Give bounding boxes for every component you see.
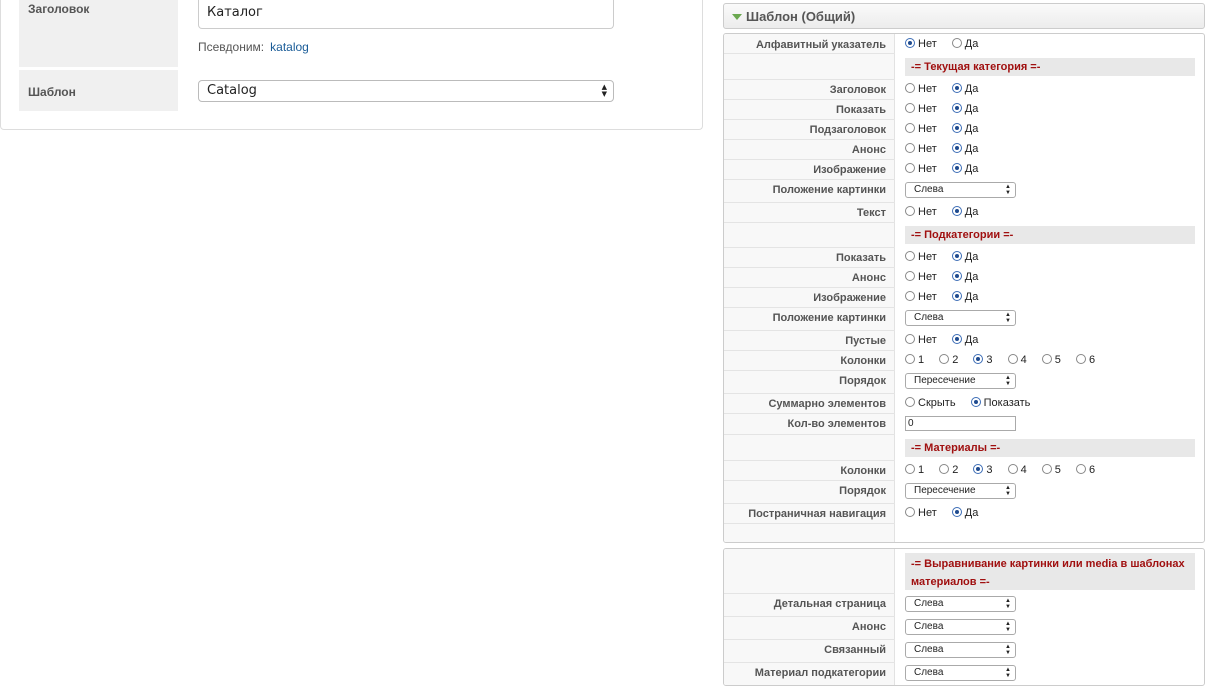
select-arrows-icon: ▲ ▼ xyxy=(1005,375,1011,387)
section-subcategories: -= Подкатегории =- xyxy=(905,226,1195,244)
cur-intro-yes-radio[interactable]: Да xyxy=(951,143,978,155)
cur-show-no-radio[interactable]: Нет xyxy=(905,103,937,115)
sub-empty-yes-radio[interactable]: Да xyxy=(951,334,978,346)
cur-text-yes-radio[interactable]: Да xyxy=(951,206,978,218)
select-arrows-icon: ▲ ▼ xyxy=(1005,621,1011,633)
sub-show-yes-radio[interactable]: Да xyxy=(951,251,978,263)
sub-columns-5-radio[interactable]: 5 xyxy=(1041,354,1061,366)
mat-columns-4-radio[interactable]: 4 xyxy=(1007,464,1027,476)
align-detail-select[interactable]: Слева ▲ ▼ xyxy=(905,596,1016,612)
select-arrows-icon: ▲ ▼ xyxy=(1005,184,1011,196)
select-arrows-icon: ▲ ▼ xyxy=(1005,667,1011,679)
sub-intro-no-radio[interactable]: Нет xyxy=(905,271,937,283)
template-label: Шаблон xyxy=(19,70,178,111)
triangle-down-icon xyxy=(732,14,742,20)
mat-pagination-yes-radio[interactable]: Да xyxy=(951,507,978,519)
alphabet-label: Алфавитный указатель xyxy=(755,39,886,51)
sub-columns-1-radio[interactable]: 1 xyxy=(905,354,924,366)
title-label: Заголовок xyxy=(19,0,178,67)
cur-image-yes-radio[interactable]: Да xyxy=(951,163,978,175)
mat-columns-1-radio[interactable]: 1 xyxy=(905,464,924,476)
mat-columns-5-radio[interactable]: 5 xyxy=(1041,464,1061,476)
align-subcat-material-select[interactable]: Слева ▲ ▼ xyxy=(905,665,1016,681)
mat-columns-6-radio[interactable]: 6 xyxy=(1075,464,1095,476)
sub-image-yes-radio[interactable]: Да xyxy=(951,291,978,303)
select-arrows-icon: ▲ ▼ xyxy=(1005,644,1011,656)
mat-columns-2-radio[interactable]: 2 xyxy=(939,464,958,476)
template-select-value: Catalog xyxy=(207,83,257,98)
sub-columns-6-radio[interactable]: 6 xyxy=(1075,354,1095,366)
accordion-title: Шаблон (Общий) xyxy=(746,9,856,24)
template-accordion-header[interactable]: Шаблон (Общий) xyxy=(723,3,1205,29)
alias-link[interactable]: katalog xyxy=(270,40,309,54)
mat-columns-3-radio[interactable]: 3 xyxy=(973,464,993,476)
article-form-panel: Заголовок Каталог Псевдоним: katalog Шабл… xyxy=(0,0,703,130)
alphabet-yes-radio[interactable]: Да xyxy=(951,38,978,50)
cur-image-no-radio[interactable]: Нет xyxy=(905,163,937,175)
cur-subtitle-yes-radio[interactable]: Да xyxy=(951,123,978,135)
sub-columns-3-radio[interactable]: 3 xyxy=(973,354,993,366)
label-column xyxy=(724,549,895,685)
image-alignment-panel: -= Выравнивание картинки или media в шаб… xyxy=(723,548,1205,686)
cur-text-no-radio[interactable]: Нет xyxy=(905,206,937,218)
select-arrows-icon: ▲ ▼ xyxy=(601,83,607,98)
sub-image-no-radio[interactable]: Нет xyxy=(905,291,937,303)
mat-pagination-no-radio[interactable]: Нет xyxy=(905,507,937,519)
sub-order-select[interactable]: Пересечение ▲ ▼ xyxy=(905,373,1016,389)
template-settings-panel: Алфавитный указатель Нет Да -= Текущая к… xyxy=(723,33,1205,543)
select-arrows-icon: ▲ ▼ xyxy=(1005,598,1011,610)
sub-columns-4-radio[interactable]: 4 xyxy=(1007,354,1027,366)
align-intro-select[interactable]: Слева ▲ ▼ xyxy=(905,619,1016,635)
sub-show-no-radio[interactable]: Нет xyxy=(905,251,937,263)
section-image-alignment-line2: материалов =- xyxy=(911,576,990,588)
sub-total-show-radio[interactable]: Показать xyxy=(970,397,1030,409)
section-image-alignment: -= Выравнивание картинки или media в шаб… xyxy=(905,553,1195,590)
sub-intro-yes-radio[interactable]: Да xyxy=(951,271,978,283)
section-materials: -= Материалы =- xyxy=(905,439,1195,457)
cur-show-yes-radio[interactable]: Да xyxy=(951,103,978,115)
cur-subtitle-no-radio[interactable]: Нет xyxy=(905,123,937,135)
sub-image-pos-select[interactable]: Слева ▲ ▼ xyxy=(905,310,1016,326)
alias-line: Псевдоним: katalog xyxy=(198,40,309,54)
cur-intro-no-radio[interactable]: Нет xyxy=(905,143,937,155)
sub-columns-2-radio[interactable]: 2 xyxy=(939,354,958,366)
section-image-alignment-line1: -= Выравнивание картинки или media в шаб… xyxy=(911,558,1185,570)
template-select[interactable]: Catalog ▲ ▼ xyxy=(198,80,614,102)
sub-total-hide-radio[interactable]: Скрыть xyxy=(905,397,956,409)
sub-count-input[interactable]: 0 xyxy=(905,416,1016,431)
alias-label: Псевдоним: xyxy=(198,40,265,54)
title-input[interactable]: Каталог xyxy=(198,0,614,29)
select-arrows-icon: ▲ ▼ xyxy=(1005,485,1011,497)
select-arrows-icon: ▲ ▼ xyxy=(1005,312,1011,324)
cur-image-pos-select[interactable]: Слева ▲ ▼ xyxy=(905,182,1016,198)
align-related-select[interactable]: Слева ▲ ▼ xyxy=(905,642,1016,658)
alphabet-no-radio[interactable]: Нет xyxy=(905,38,937,50)
cur-title-yes-radio[interactable]: Да xyxy=(951,83,978,95)
section-current-category: -= Текущая категория =- xyxy=(905,58,1195,76)
mat-order-select[interactable]: Пересечение ▲ ▼ xyxy=(905,483,1016,499)
sub-empty-no-radio[interactable]: Нет xyxy=(905,334,937,346)
cur-title-no-radio[interactable]: Нет xyxy=(905,83,937,95)
